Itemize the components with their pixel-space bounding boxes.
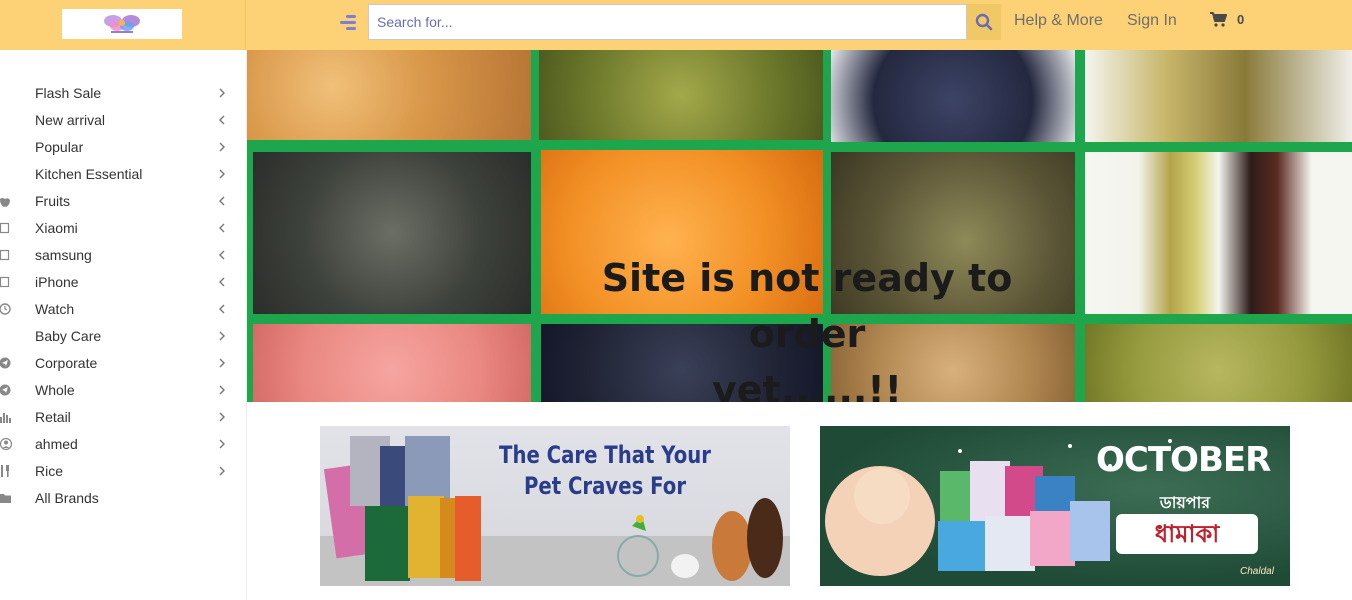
- send-icon: [0, 357, 11, 369]
- sidebar-item-label: Retail: [35, 409, 71, 425]
- square-icon: [0, 249, 10, 261]
- pink-salt-image: [253, 324, 531, 402]
- sidebar-item-rice[interactable]: Rice: [0, 458, 247, 485]
- hero-message-line2: yet......!!: [712, 368, 902, 402]
- chaldal-brand: Chaldal: [1240, 566, 1274, 577]
- bar-chart-icon: [0, 413, 11, 423]
- sidebar-item-baby-care[interactable]: Baby Care: [0, 323, 247, 350]
- user-icon: [0, 438, 12, 450]
- search-button[interactable]: [967, 4, 1001, 40]
- raisin-green-image: [539, 50, 823, 140]
- sidebar-item-corporate[interactable]: Corporate: [0, 350, 247, 377]
- sidebar-item-xiaomi[interactable]: Xiaomi: [0, 215, 247, 242]
- search-icon: [975, 13, 993, 31]
- sidebar-item-label: Xiaomi: [35, 220, 78, 236]
- pet-banner-line2: Pet Craves For: [523, 472, 687, 500]
- chevron-left-icon: [219, 277, 225, 287]
- jar-products-image: [1085, 152, 1352, 314]
- chevron-left-icon: [219, 304, 225, 314]
- sidebar-item-label: ahmed: [35, 436, 78, 452]
- cart-count: 0: [1237, 12, 1245, 27]
- sidebar-item-label: All Brands: [35, 490, 99, 506]
- sidebar-item-label: Rice: [35, 463, 64, 479]
- sidebar-item-label: iPhone: [35, 274, 79, 290]
- chevron-left-icon: [219, 115, 225, 125]
- sidebar-item-label: Fruits: [35, 193, 70, 209]
- sign-in-link[interactable]: Sign In: [1127, 12, 1177, 30]
- sidebar-item-samsung[interactable]: samsung: [0, 242, 247, 269]
- menu-toggle-icon[interactable]: [338, 14, 358, 32]
- sidebar-item-label: Corporate: [35, 355, 98, 371]
- october-title: OCTOBER: [1096, 440, 1271, 480]
- pet-banner-line1: The Care That Your: [499, 441, 711, 469]
- sidebar-item-fruits[interactable]: Fruits: [0, 188, 247, 215]
- sidebar-item-kitchen-essential[interactable]: Kitchen Essential: [0, 161, 247, 188]
- chevron-right-icon: [219, 331, 225, 341]
- chevron-left-icon: [219, 223, 225, 233]
- sidebar-item-all-brands[interactable]: All Brands: [0, 485, 247, 512]
- pet-banner-headline: The Care That Your Pet Craves For: [482, 440, 728, 502]
- send-icon: [0, 384, 11, 396]
- jar-seeds-image: [1085, 50, 1352, 142]
- square-icon: [0, 222, 10, 234]
- pet-care-banner[interactable]: The Care That Your Pet Craves For: [320, 426, 790, 586]
- cart-icon: [1210, 12, 1227, 27]
- chevron-right-icon: [219, 439, 225, 449]
- search-input[interactable]: [368, 4, 967, 40]
- sidebar-item-whole[interactable]: Whole: [0, 377, 247, 404]
- chevron-left-icon: [219, 196, 225, 206]
- utensils-icon: [1, 465, 9, 477]
- chia-seeds-image: [253, 152, 531, 314]
- help-more-link[interactable]: Help & More: [1014, 12, 1103, 30]
- october-headline: ধামাকা: [1116, 514, 1258, 554]
- sidebar-item-ahmed[interactable]: ahmed: [0, 431, 247, 458]
- chevron-left-icon: [219, 250, 225, 260]
- chevron-right-icon: [219, 358, 225, 368]
- chevron-right-icon: [219, 88, 225, 98]
- sidebar-item-label: Watch: [35, 301, 75, 317]
- sidebar-item-label: Kitchen Essential: [35, 166, 143, 182]
- hero-message-line1: Site is not ready to order: [601, 256, 1013, 356]
- chevron-right-icon: [219, 385, 225, 395]
- sidebar-item-label: New arrival: [35, 112, 106, 128]
- site-logo[interactable]: [62, 9, 182, 39]
- sidebar-item-label: Popular: [35, 139, 84, 155]
- sidebar-item-retail[interactable]: Retail: [0, 404, 247, 431]
- clock-icon: [0, 303, 11, 315]
- hero-banner: Site is not ready to order yet......!!: [247, 50, 1352, 402]
- chevron-right-icon: [219, 169, 225, 179]
- october-subtitle: ডায়পার: [1159, 493, 1211, 512]
- site-not-ready-message: Site is not ready to order yet......!!: [567, 250, 1047, 402]
- logo-icon: [104, 15, 140, 33]
- square-icon: [0, 276, 10, 288]
- golden-raisin-image: [1085, 324, 1352, 402]
- sidebar-item-iphone[interactable]: iPhone: [0, 269, 247, 296]
- sidebar-item-watch[interactable]: Watch: [0, 296, 247, 323]
- october-diaper-banner[interactable]: OCTOBER ডায়পার ধামাকা Chaldal: [820, 426, 1290, 586]
- sidebar-item-new-arrival[interactable]: New arrival: [0, 107, 247, 134]
- sidebar-item-popular[interactable]: Popular: [0, 134, 247, 161]
- chevron-right-icon: [219, 412, 225, 422]
- apple-icon: [0, 198, 10, 207]
- chevron-right-icon: [219, 142, 225, 152]
- category-sidebar: Flash Sale New arrival Popular Kitchen E…: [0, 50, 247, 600]
- sidebar-item-label: Whole: [35, 382, 75, 398]
- sidebar-item-flash-sale[interactable]: Flash Sale: [0, 80, 247, 107]
- cart-button[interactable]: 0: [1210, 12, 1244, 27]
- sidebar-item-label: Baby Care: [35, 328, 102, 344]
- sidebar-item-label: samsung: [35, 247, 92, 263]
- top-header: Help & More Sign In 0: [0, 0, 1352, 50]
- dates-image: [831, 50, 1075, 142]
- cashew-image: [247, 50, 531, 140]
- chevron-right-icon: [219, 466, 225, 476]
- sidebar-item-label: Flash Sale: [35, 85, 102, 101]
- folder-icon: [0, 494, 11, 503]
